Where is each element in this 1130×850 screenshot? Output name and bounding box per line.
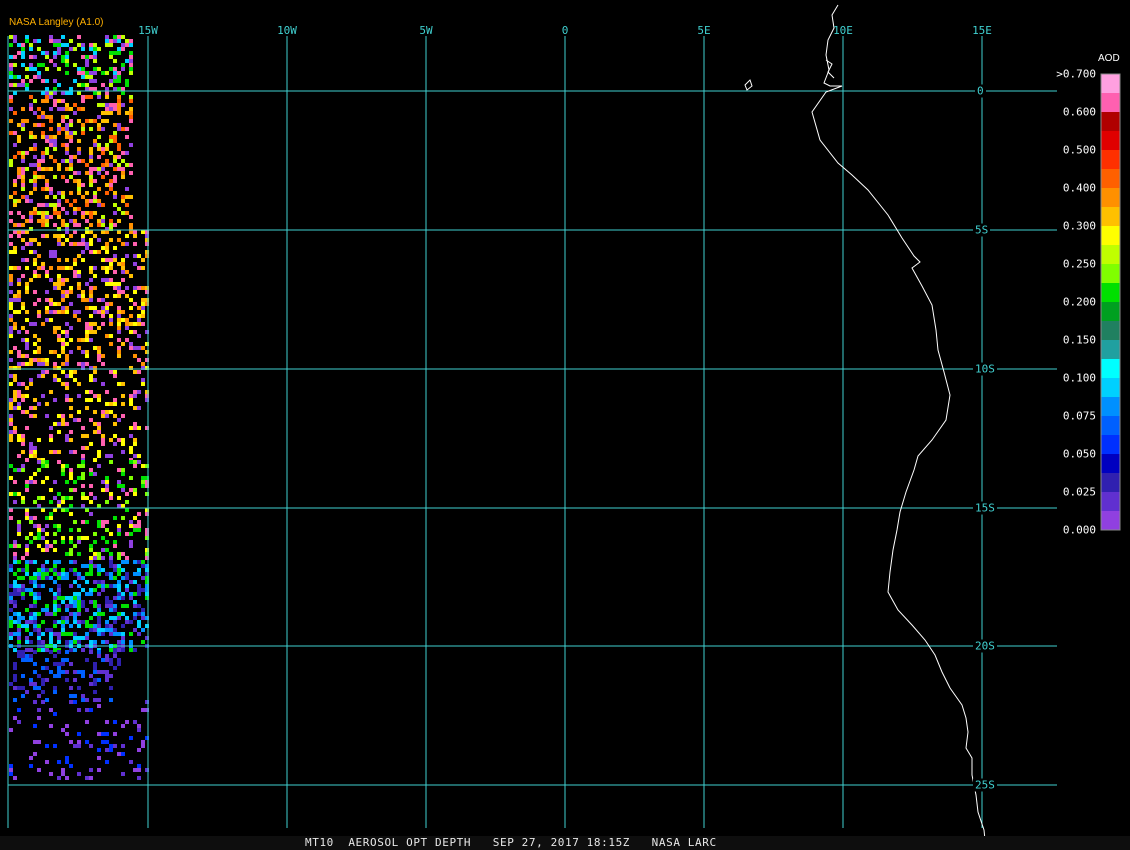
aod-colorbar xyxy=(1100,73,1121,531)
colorbar-segment xyxy=(1101,397,1120,417)
legend-tick-label: 0.050 xyxy=(1062,447,1096,461)
colorbar-segment xyxy=(1101,226,1120,246)
lat-lon-grid xyxy=(7,36,1057,828)
colorbar-segment xyxy=(1101,188,1120,208)
lon-label: 15E xyxy=(972,24,992,37)
legend-title: AOD xyxy=(1098,53,1120,64)
footer-caption: MT10 AEROSOL OPT DEPTH SEP 27, 2017 18:1… xyxy=(305,836,717,849)
credit-label: NASA Langley (A1.0) xyxy=(9,17,104,28)
lat-label: 5S xyxy=(973,223,991,237)
lon-label: 5E xyxy=(697,24,711,37)
legend-tick-label: 0.025 xyxy=(1062,485,1096,499)
lat-label: 10S xyxy=(973,362,997,376)
colorbar-segment xyxy=(1101,283,1120,303)
colorbar-segment xyxy=(1101,435,1120,455)
island-bioko xyxy=(744,79,753,91)
colorbar-segment xyxy=(1101,416,1120,436)
legend-tick-label: 0.200 xyxy=(1062,295,1096,309)
lon-label: 10E xyxy=(833,24,853,37)
lat-label: 25S xyxy=(973,778,997,792)
legend-tick-label: 0.600 xyxy=(1062,105,1096,119)
legend-tick-label: 0.300 xyxy=(1062,219,1096,233)
legend-tick-label: >0.700 xyxy=(1056,67,1096,81)
colorbar-segment xyxy=(1101,207,1120,227)
colorbar-segment xyxy=(1101,74,1120,94)
legend-tick-label: 0.400 xyxy=(1062,181,1096,195)
colorbar-segment xyxy=(1101,340,1120,360)
lat-label: 20S xyxy=(973,639,997,653)
colorbar-segment xyxy=(1101,473,1120,493)
colorbar-segment xyxy=(1101,454,1120,474)
colorbar-segment xyxy=(1101,511,1120,531)
aerosol-data-swath xyxy=(9,35,149,780)
colorbar-segment xyxy=(1101,378,1120,398)
lon-label: 0 xyxy=(561,24,569,37)
colorbar-segment xyxy=(1101,492,1120,512)
colorbar-segment xyxy=(1101,169,1120,189)
lat-label: 0 xyxy=(975,84,986,98)
colorbar-segment xyxy=(1101,150,1120,170)
aerosol-map xyxy=(7,4,1121,850)
lon-label: 10W xyxy=(277,24,297,37)
colorbar-segment xyxy=(1101,302,1120,322)
lon-label: 15W xyxy=(138,24,158,37)
colorbar-segment xyxy=(1101,359,1120,379)
colorbar-segment xyxy=(1101,264,1120,284)
legend-tick-label: 0.500 xyxy=(1062,143,1096,157)
colorbar-segment xyxy=(1101,112,1120,132)
legend-tick-label: 0.000 xyxy=(1062,523,1096,537)
colorbar-segment xyxy=(1101,93,1120,113)
legend-tick-label: 0.150 xyxy=(1062,333,1096,347)
legend-tick-label: 0.075 xyxy=(1062,409,1096,423)
legend-tick-label: 0.100 xyxy=(1062,371,1096,385)
lon-label: 5W xyxy=(419,24,433,37)
colorbar-segment xyxy=(1101,321,1120,341)
coastline-africa xyxy=(811,4,987,850)
colorbar-segment xyxy=(1101,245,1120,265)
legend-tick-label: 0.250 xyxy=(1062,257,1096,271)
lat-label: 15S xyxy=(973,501,997,515)
colorbar-segment xyxy=(1101,131,1120,151)
